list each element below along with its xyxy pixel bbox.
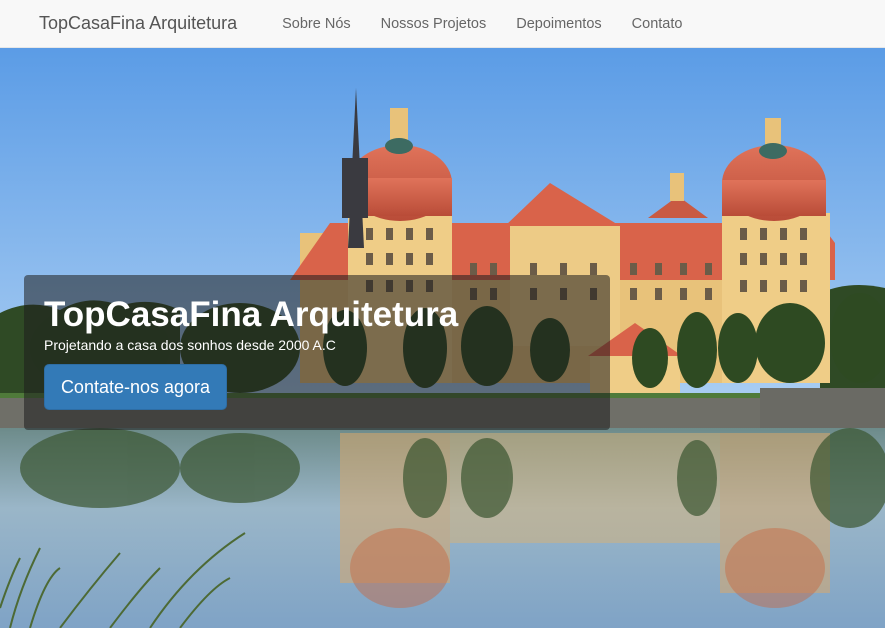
hero-title: TopCasaFina Arquitetura	[44, 295, 459, 334]
nav-link-sobre-nos[interactable]: Sobre Nós	[267, 16, 366, 32]
nav-link-nossos-projetos[interactable]: Nossos Projetos	[366, 16, 502, 32]
contact-us-button[interactable]: Contate-nos agora	[44, 364, 227, 410]
brand-link[interactable]: TopCasaFina Arquitetura	[39, 13, 237, 34]
hero-subtitle: Projetando a casa dos sonhos desde 2000 …	[44, 337, 336, 353]
hero-section: TopCasaFina Arquitetura Projetando a cas…	[0, 48, 885, 628]
nav-links: Sobre Nós Nossos Projetos Depoimentos Co…	[267, 16, 697, 32]
hero-caption-box: TopCasaFina Arquitetura Projetando a cas…	[24, 275, 610, 430]
nav-link-contato[interactable]: Contato	[617, 16, 698, 32]
navbar: TopCasaFina Arquitetura Sobre Nós Nossos…	[0, 0, 885, 48]
nav-link-depoimentos[interactable]: Depoimentos	[501, 16, 616, 32]
